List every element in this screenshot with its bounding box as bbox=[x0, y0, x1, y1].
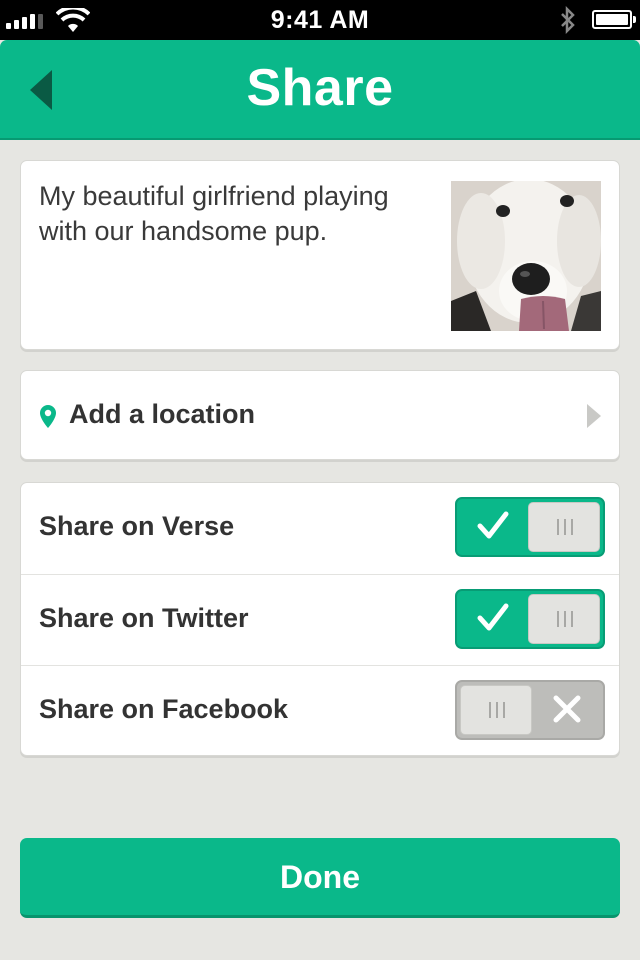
share-twitter-toggle[interactable] bbox=[455, 589, 605, 649]
toggle-knob[interactable] bbox=[460, 685, 532, 735]
caption-text-field[interactable]: My beautiful girlfriend playing with our… bbox=[39, 179, 439, 249]
share-facebook-toggle[interactable] bbox=[455, 680, 605, 740]
toggle-knob[interactable] bbox=[528, 502, 600, 552]
caption-card: My beautiful girlfriend playing with our… bbox=[20, 160, 620, 350]
share-row-facebook: Share on Facebook bbox=[21, 665, 619, 756]
x-icon bbox=[553, 695, 581, 723]
chevron-right-icon bbox=[587, 404, 601, 428]
navigation-header: Share bbox=[0, 40, 640, 140]
share-row-twitter: Share on Twitter bbox=[21, 574, 619, 665]
page-title: Share bbox=[246, 59, 394, 117]
location-pin-icon bbox=[40, 405, 56, 428]
dog-photo-thumbnail[interactable] bbox=[451, 181, 601, 331]
dog-photo bbox=[451, 181, 601, 331]
grip-icon bbox=[489, 702, 505, 718]
add-location-row[interactable]: Add a location bbox=[20, 370, 620, 460]
battery-icon bbox=[592, 10, 636, 29]
status-time: 9:41 AM bbox=[270, 6, 370, 34]
share-verse-label: Share on Verse bbox=[39, 511, 235, 541]
share-verse-toggle[interactable] bbox=[455, 497, 605, 557]
share-twitter-label: Share on Twitter bbox=[39, 603, 249, 633]
checkmark-icon bbox=[477, 603, 509, 631]
share-row-verse: Share on Verse bbox=[21, 483, 619, 574]
bluetooth-icon bbox=[561, 6, 575, 34]
add-location-label: Add a location bbox=[69, 399, 256, 429]
share-facebook-label: Share on Facebook bbox=[39, 694, 289, 724]
grip-icon bbox=[557, 519, 573, 535]
grip-icon bbox=[557, 611, 573, 627]
checkmark-icon bbox=[477, 511, 509, 539]
toggle-knob[interactable] bbox=[528, 594, 600, 644]
done-button[interactable]: Done bbox=[20, 838, 620, 918]
status-bar: 9:41 AM bbox=[0, 0, 640, 40]
share-options-card: Share on Verse Share on Twitter Share on… bbox=[20, 482, 620, 756]
